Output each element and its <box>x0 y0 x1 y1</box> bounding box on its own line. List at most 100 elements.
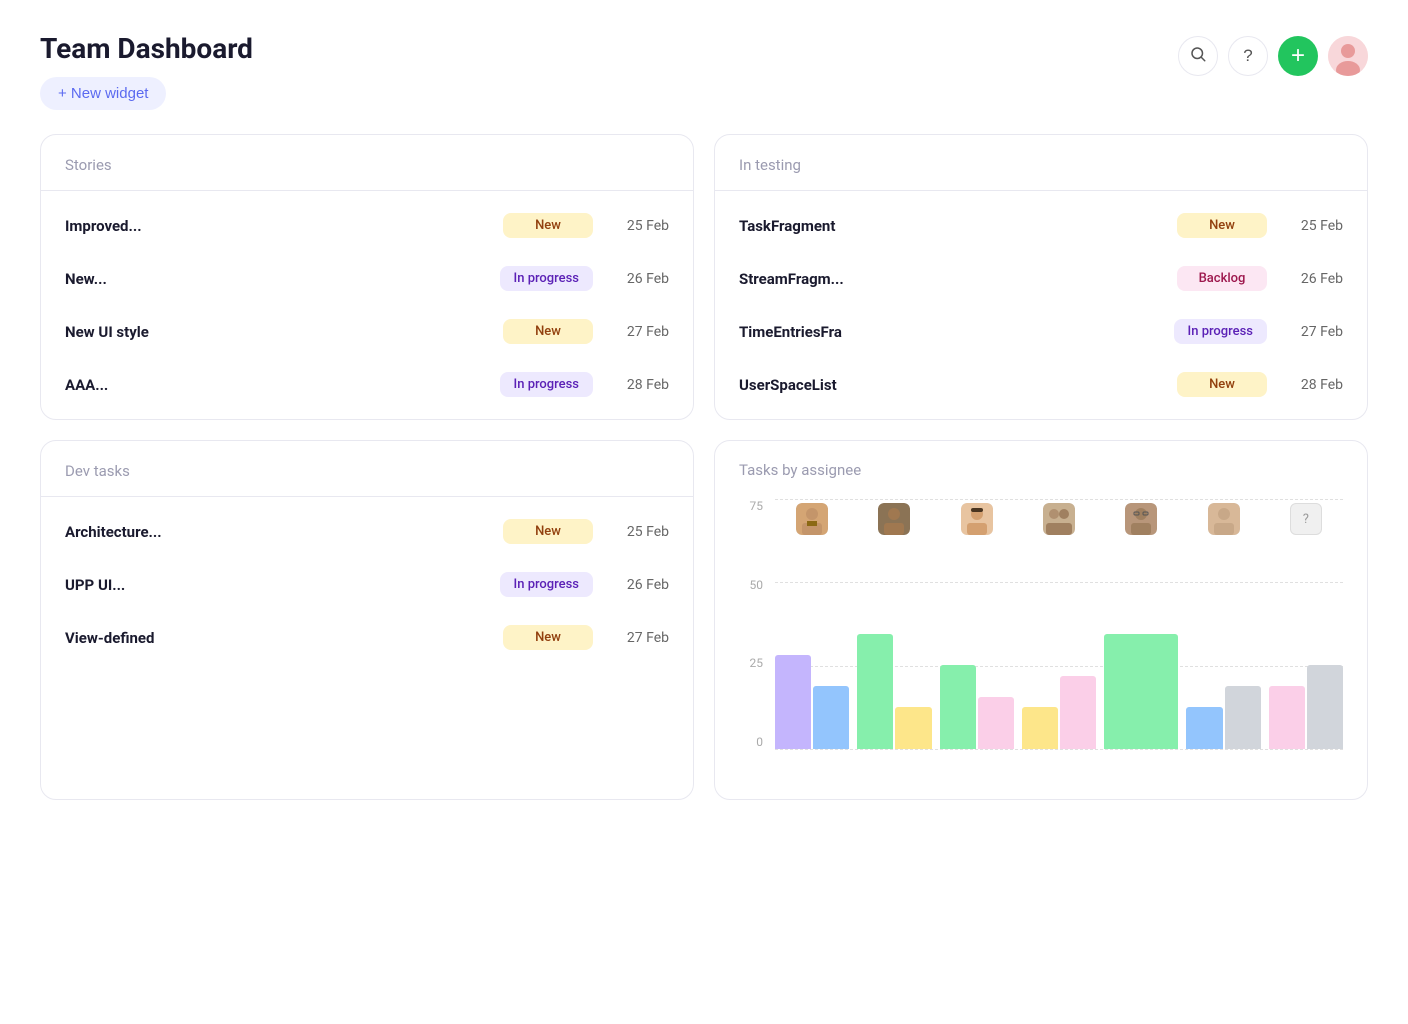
dev-tasks-card-header: Dev tasks <box>41 441 693 497</box>
in-testing-card-header: In testing <box>715 135 1367 191</box>
bar-group: ? <box>1269 503 1343 749</box>
y-label: 50 <box>750 578 764 592</box>
bar-group <box>1186 503 1260 749</box>
bar-stack <box>775 539 849 749</box>
task-name: New... <box>65 270 484 288</box>
assignee-avatar <box>1208 503 1240 535</box>
add-icon: + <box>1291 44 1305 68</box>
task-date: 25 Feb <box>609 524 669 540</box>
status-badge: New <box>1177 213 1267 238</box>
task-name: AAA... <box>65 376 484 394</box>
bar-stack <box>857 539 931 749</box>
bar-group <box>1104 503 1178 749</box>
y-label: 75 <box>750 499 764 513</box>
bar-stack <box>1269 539 1343 749</box>
task-name: Improved... <box>65 217 487 235</box>
assignee-avatar <box>961 503 993 535</box>
dev-tasks-card-title: Dev tasks <box>65 462 130 480</box>
new-widget-button[interactable]: + New widget <box>40 77 166 110</box>
table-row: Architecture... New 25 Feb <box>41 505 693 558</box>
table-row: Improved... New 25 Feb <box>41 199 693 252</box>
stories-card: Stories Improved... New 25 Feb New... In… <box>40 134 694 420</box>
y-label: 25 <box>750 656 764 670</box>
bar <box>940 665 976 749</box>
bar <box>895 707 931 749</box>
header-left: Team Dashboard + New widget <box>40 32 253 110</box>
in-testing-card-title: In testing <box>739 156 801 174</box>
y-label: 0 <box>756 735 763 749</box>
tasks-by-assignee-card: Tasks by assignee 75 50 25 0 <box>714 440 1368 800</box>
dev-tasks-card: Dev tasks Architecture... New 25 Feb UPP… <box>40 440 694 800</box>
task-date: 28 Feb <box>1283 377 1343 393</box>
help-button[interactable]: ? <box>1228 36 1268 76</box>
task-date: 28 Feb <box>609 377 669 393</box>
task-name: UPP UI... <box>65 576 484 594</box>
task-date: 26 Feb <box>1283 271 1343 287</box>
status-badge: In progress <box>500 572 593 597</box>
add-button[interactable]: + <box>1278 36 1318 76</box>
table-row: TimeEntriesFra In progress 27 Feb <box>715 305 1367 358</box>
task-date: 27 Feb <box>1283 324 1343 340</box>
table-row: New... In progress 26 Feb <box>41 252 693 305</box>
task-name: UserSpaceList <box>739 376 1161 394</box>
stories-card-body: Improved... New 25 Feb New... In progres… <box>41 191 693 419</box>
bar-group <box>1022 503 1096 749</box>
chart-y-axis: 75 50 25 0 <box>739 499 769 749</box>
assignee-avatar-placeholder: ? <box>1290 503 1322 535</box>
assignee-avatar <box>878 503 910 535</box>
bar <box>1186 707 1222 749</box>
status-badge: New <box>1177 372 1267 397</box>
table-row: UserSpaceList New 28 Feb <box>715 358 1367 411</box>
bar-stack <box>1022 539 1096 749</box>
bar <box>1060 676 1096 750</box>
task-date: 27 Feb <box>609 630 669 646</box>
bar <box>1022 707 1058 749</box>
bar <box>813 686 849 749</box>
dashboard-grid: Stories Improved... New 25 Feb New... In… <box>40 134 1368 800</box>
search-button[interactable] <box>1178 36 1218 76</box>
status-badge: New <box>503 519 593 544</box>
help-icon: ? <box>1243 46 1252 66</box>
new-widget-label: + New widget <box>58 85 148 102</box>
assignee-avatar <box>1043 503 1075 535</box>
task-name: StreamFragm... <box>739 270 1161 288</box>
stories-card-header: Stories <box>41 135 693 191</box>
dev-tasks-card-body: Architecture... New 25 Feb UPP UI... In … <box>41 497 693 672</box>
bar-stack <box>940 539 1014 749</box>
user-avatar-button[interactable] <box>1328 36 1368 76</box>
bar-stack <box>1104 539 1178 749</box>
task-name: View-defined <box>65 629 487 647</box>
bar <box>1307 665 1343 749</box>
task-name: TimeEntriesFra <box>739 323 1158 341</box>
status-badge: New <box>503 213 593 238</box>
bar <box>857 634 893 750</box>
table-row: UPP UI... In progress 26 Feb <box>41 558 693 611</box>
bar-group <box>857 503 931 749</box>
task-name: TaskFragment <box>739 217 1161 235</box>
status-badge: Backlog <box>1177 266 1267 291</box>
task-name: Architecture... <box>65 523 487 541</box>
in-testing-card-body: TaskFragment New 25 Feb StreamFragm... B… <box>715 191 1367 419</box>
status-badge: In progress <box>1174 319 1267 344</box>
header-actions: ? + <box>1178 36 1368 76</box>
chart-area: 75 50 25 0 <box>739 499 1343 779</box>
chart-bars: ? <box>775 499 1343 749</box>
bar <box>1104 634 1178 750</box>
bar-group <box>940 503 1014 749</box>
bar-group <box>775 503 849 749</box>
status-badge: New <box>503 625 593 650</box>
search-icon <box>1189 45 1207 68</box>
status-badge: In progress <box>500 266 593 291</box>
table-row: New UI style New 27 Feb <box>41 305 693 358</box>
in-testing-card: In testing TaskFragment New 25 Feb Strea… <box>714 134 1368 420</box>
bar <box>1269 686 1305 749</box>
status-badge: New <box>503 319 593 344</box>
task-date: 27 Feb <box>609 324 669 340</box>
status-badge: In progress <box>500 372 593 397</box>
task-date: 25 Feb <box>609 218 669 234</box>
table-row: AAA... In progress 28 Feb <box>41 358 693 411</box>
user-avatar-icon <box>1328 36 1368 76</box>
bar <box>775 655 811 750</box>
page-title: Team Dashboard <box>40 32 253 65</box>
bar <box>978 697 1014 750</box>
